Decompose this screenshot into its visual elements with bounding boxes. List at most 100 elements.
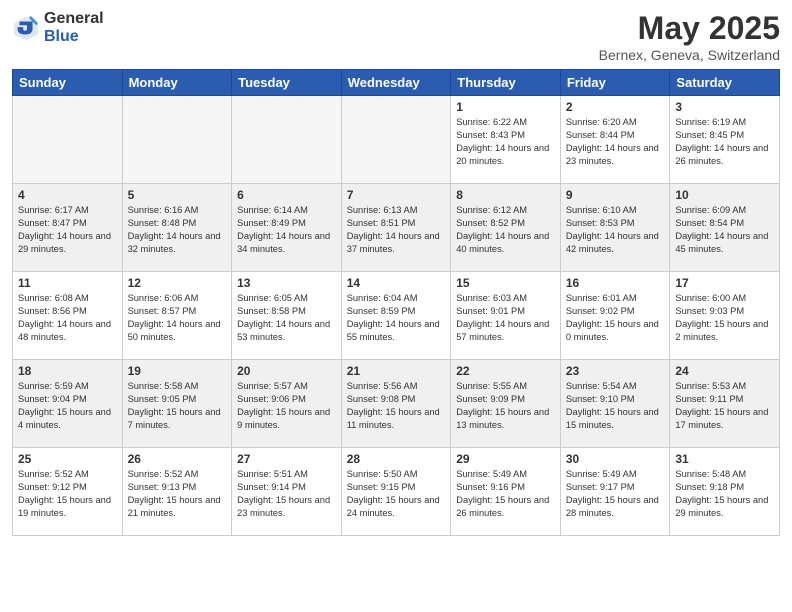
day-number: 10 xyxy=(675,188,774,202)
calendar-cell xyxy=(232,96,342,184)
day-info: Sunrise: 5:50 AM Sunset: 9:15 PM Dayligh… xyxy=(347,468,446,520)
day-info: Sunrise: 5:52 AM Sunset: 9:12 PM Dayligh… xyxy=(18,468,117,520)
calendar-week-3: 18Sunrise: 5:59 AM Sunset: 9:04 PM Dayli… xyxy=(13,360,780,448)
col-tuesday: Tuesday xyxy=(232,70,342,96)
calendar-cell: 30 Sunrise: 5:49 AM Sunset: 9:17 PM Dayli… xyxy=(560,448,670,536)
logo-general: General xyxy=(44,10,104,28)
calendar-cell: 24 Sunrise: 5:53 AM Sunset: 9:11 PM Dayli… xyxy=(670,360,780,448)
logo-text: General Blue xyxy=(44,10,104,45)
day-number: 11 xyxy=(18,276,117,290)
day-number: 13 xyxy=(237,276,336,290)
day-number: 19 xyxy=(128,364,227,378)
calendar-cell: 18Sunrise: 5:59 AM Sunset: 9:04 PM Dayli… xyxy=(13,360,123,448)
day-info: Sunrise: 6:09 AM Sunset: 8:54 PM Dayligh… xyxy=(675,204,774,256)
header-row: Sunday Monday Tuesday Wednesday Thursday… xyxy=(13,70,780,96)
day-number: 9 xyxy=(566,188,665,202)
calendar-cell: 1 Sunrise: 6:22 AM Sunset: 8:43 PM Daylig… xyxy=(451,96,561,184)
col-thursday: Thursday xyxy=(451,70,561,96)
calendar-cell: 11 Sunrise: 6:08 AM Sunset: 8:56 PM Dayli… xyxy=(13,272,123,360)
day-info: Sunrise: 5:56 AM Sunset: 9:08 PM Dayligh… xyxy=(347,380,446,432)
day-number: 23 xyxy=(566,364,665,378)
calendar-body: 1 Sunrise: 6:22 AM Sunset: 8:43 PM Daylig… xyxy=(13,96,780,536)
day-info: Sunrise: 6:12 AM Sunset: 8:52 PM Dayligh… xyxy=(456,204,555,256)
logo-icon xyxy=(12,14,40,42)
day-number: 24 xyxy=(675,364,774,378)
logo-blue: Blue xyxy=(44,28,104,46)
day-info: Sunrise: 5:57 AM Sunset: 9:06 PM Dayligh… xyxy=(237,380,336,432)
day-info: Sunrise: 6:03 AM Sunset: 9:01 PM Dayligh… xyxy=(456,292,555,344)
col-monday: Monday xyxy=(122,70,232,96)
calendar-cell: 14 Sunrise: 6:04 AM Sunset: 8:59 PM Dayli… xyxy=(341,272,451,360)
day-number: 2 xyxy=(566,100,665,114)
calendar-week-4: 25Sunrise: 5:52 AM Sunset: 9:12 PM Dayli… xyxy=(13,448,780,536)
day-number: 5 xyxy=(128,188,227,202)
day-info: Sunrise: 5:53 AM Sunset: 9:11 PM Dayligh… xyxy=(675,380,774,432)
calendar-cell: 29 Sunrise: 5:49 AM Sunset: 9:16 PM Dayli… xyxy=(451,448,561,536)
col-wednesday: Wednesday xyxy=(341,70,451,96)
day-number: 20 xyxy=(237,364,336,378)
day-info: Sunrise: 6:00 AM Sunset: 9:03 PM Dayligh… xyxy=(675,292,774,344)
day-number: 29 xyxy=(456,452,555,466)
day-info: Sunrise: 6:10 AM Sunset: 8:53 PM Dayligh… xyxy=(566,204,665,256)
day-number: 30 xyxy=(566,452,665,466)
day-number: 8 xyxy=(456,188,555,202)
day-info: Sunrise: 6:22 AM Sunset: 8:43 PM Dayligh… xyxy=(456,116,555,168)
calendar-cell: 23Sunrise: 5:54 AM Sunset: 9:10 PM Dayli… xyxy=(560,360,670,448)
day-info: Sunrise: 5:58 AM Sunset: 9:05 PM Dayligh… xyxy=(128,380,227,432)
day-number: 6 xyxy=(237,188,336,202)
day-info: Sunrise: 5:49 AM Sunset: 9:17 PM Dayligh… xyxy=(566,468,665,520)
calendar-cell: 19 Sunrise: 5:58 AM Sunset: 9:05 PM Dayli… xyxy=(122,360,232,448)
calendar-cell: 17 Sunrise: 6:00 AM Sunset: 9:03 PM Dayli… xyxy=(670,272,780,360)
calendar-cell: 6Sunrise: 6:14 AM Sunset: 8:49 PM Daylig… xyxy=(232,184,342,272)
calendar-cell: 22 Sunrise: 5:55 AM Sunset: 9:09 PM Dayli… xyxy=(451,360,561,448)
day-info: Sunrise: 6:08 AM Sunset: 8:56 PM Dayligh… xyxy=(18,292,117,344)
day-number: 4 xyxy=(18,188,117,202)
calendar-cell: 27 Sunrise: 5:51 AM Sunset: 9:14 PM Dayli… xyxy=(232,448,342,536)
day-info: Sunrise: 6:19 AM Sunset: 8:45 PM Dayligh… xyxy=(675,116,774,168)
calendar-cell xyxy=(13,96,123,184)
calendar-cell: 8 Sunrise: 6:12 AM Sunset: 8:52 PM Daylig… xyxy=(451,184,561,272)
calendar-cell: 10 Sunrise: 6:09 AM Sunset: 8:54 PM Dayli… xyxy=(670,184,780,272)
calendar-cell: 7Sunrise: 6:13 AM Sunset: 8:51 PM Daylig… xyxy=(341,184,451,272)
calendar-cell: 26 Sunrise: 5:52 AM Sunset: 9:13 PM Dayli… xyxy=(122,448,232,536)
day-number: 17 xyxy=(675,276,774,290)
calendar-cell: 31Sunrise: 5:48 AM Sunset: 9:18 PM Dayli… xyxy=(670,448,780,536)
day-number: 1 xyxy=(456,100,555,114)
calendar-cell: 13 Sunrise: 6:05 AM Sunset: 8:58 PM Dayli… xyxy=(232,272,342,360)
day-number: 18 xyxy=(18,364,117,378)
calendar-cell: 4 Sunrise: 6:17 AM Sunset: 8:47 PM Daylig… xyxy=(13,184,123,272)
day-info: Sunrise: 5:49 AM Sunset: 9:16 PM Dayligh… xyxy=(456,468,555,520)
calendar-table: Sunday Monday Tuesday Wednesday Thursday… xyxy=(12,69,780,536)
day-info: Sunrise: 6:16 AM Sunset: 8:48 PM Dayligh… xyxy=(128,204,227,256)
calendar-cell xyxy=(122,96,232,184)
day-number: 21 xyxy=(347,364,446,378)
day-info: Sunrise: 5:52 AM Sunset: 9:13 PM Dayligh… xyxy=(128,468,227,520)
calendar-cell: 15Sunrise: 6:03 AM Sunset: 9:01 PM Dayli… xyxy=(451,272,561,360)
calendar-cell: 16Sunrise: 6:01 AM Sunset: 9:02 PM Dayli… xyxy=(560,272,670,360)
calendar-week-0: 1 Sunrise: 6:22 AM Sunset: 8:43 PM Daylig… xyxy=(13,96,780,184)
calendar-week-2: 11 Sunrise: 6:08 AM Sunset: 8:56 PM Dayli… xyxy=(13,272,780,360)
calendar-cell: 21 Sunrise: 5:56 AM Sunset: 9:08 PM Dayli… xyxy=(341,360,451,448)
calendar-cell: 5 Sunrise: 6:16 AM Sunset: 8:48 PM Daylig… xyxy=(122,184,232,272)
day-number: 22 xyxy=(456,364,555,378)
day-info: Sunrise: 6:17 AM Sunset: 8:47 PM Dayligh… xyxy=(18,204,117,256)
day-info: Sunrise: 6:13 AM Sunset: 8:51 PM Dayligh… xyxy=(347,204,446,256)
calendar-cell: 25Sunrise: 5:52 AM Sunset: 9:12 PM Dayli… xyxy=(13,448,123,536)
col-friday: Friday xyxy=(560,70,670,96)
day-number: 26 xyxy=(128,452,227,466)
header: General Blue May 2025 Bernex, Geneva, Sw… xyxy=(12,10,780,63)
day-number: 14 xyxy=(347,276,446,290)
title-section: May 2025 Bernex, Geneva, Switzerland xyxy=(599,10,780,63)
day-info: Sunrise: 5:55 AM Sunset: 9:09 PM Dayligh… xyxy=(456,380,555,432)
calendar-cell: 3Sunrise: 6:19 AM Sunset: 8:45 PM Daylig… xyxy=(670,96,780,184)
calendar-cell: 20 Sunrise: 5:57 AM Sunset: 9:06 PM Dayli… xyxy=(232,360,342,448)
day-info: Sunrise: 6:05 AM Sunset: 8:58 PM Dayligh… xyxy=(237,292,336,344)
day-info: Sunrise: 6:04 AM Sunset: 8:59 PM Dayligh… xyxy=(347,292,446,344)
calendar-cell: 9 Sunrise: 6:10 AM Sunset: 8:53 PM Daylig… xyxy=(560,184,670,272)
day-info: Sunrise: 5:51 AM Sunset: 9:14 PM Dayligh… xyxy=(237,468,336,520)
day-info: Sunrise: 6:06 AM Sunset: 8:57 PM Dayligh… xyxy=(128,292,227,344)
logo: General Blue xyxy=(12,10,104,45)
col-saturday: Saturday xyxy=(670,70,780,96)
day-number: 27 xyxy=(237,452,336,466)
day-number: 16 xyxy=(566,276,665,290)
